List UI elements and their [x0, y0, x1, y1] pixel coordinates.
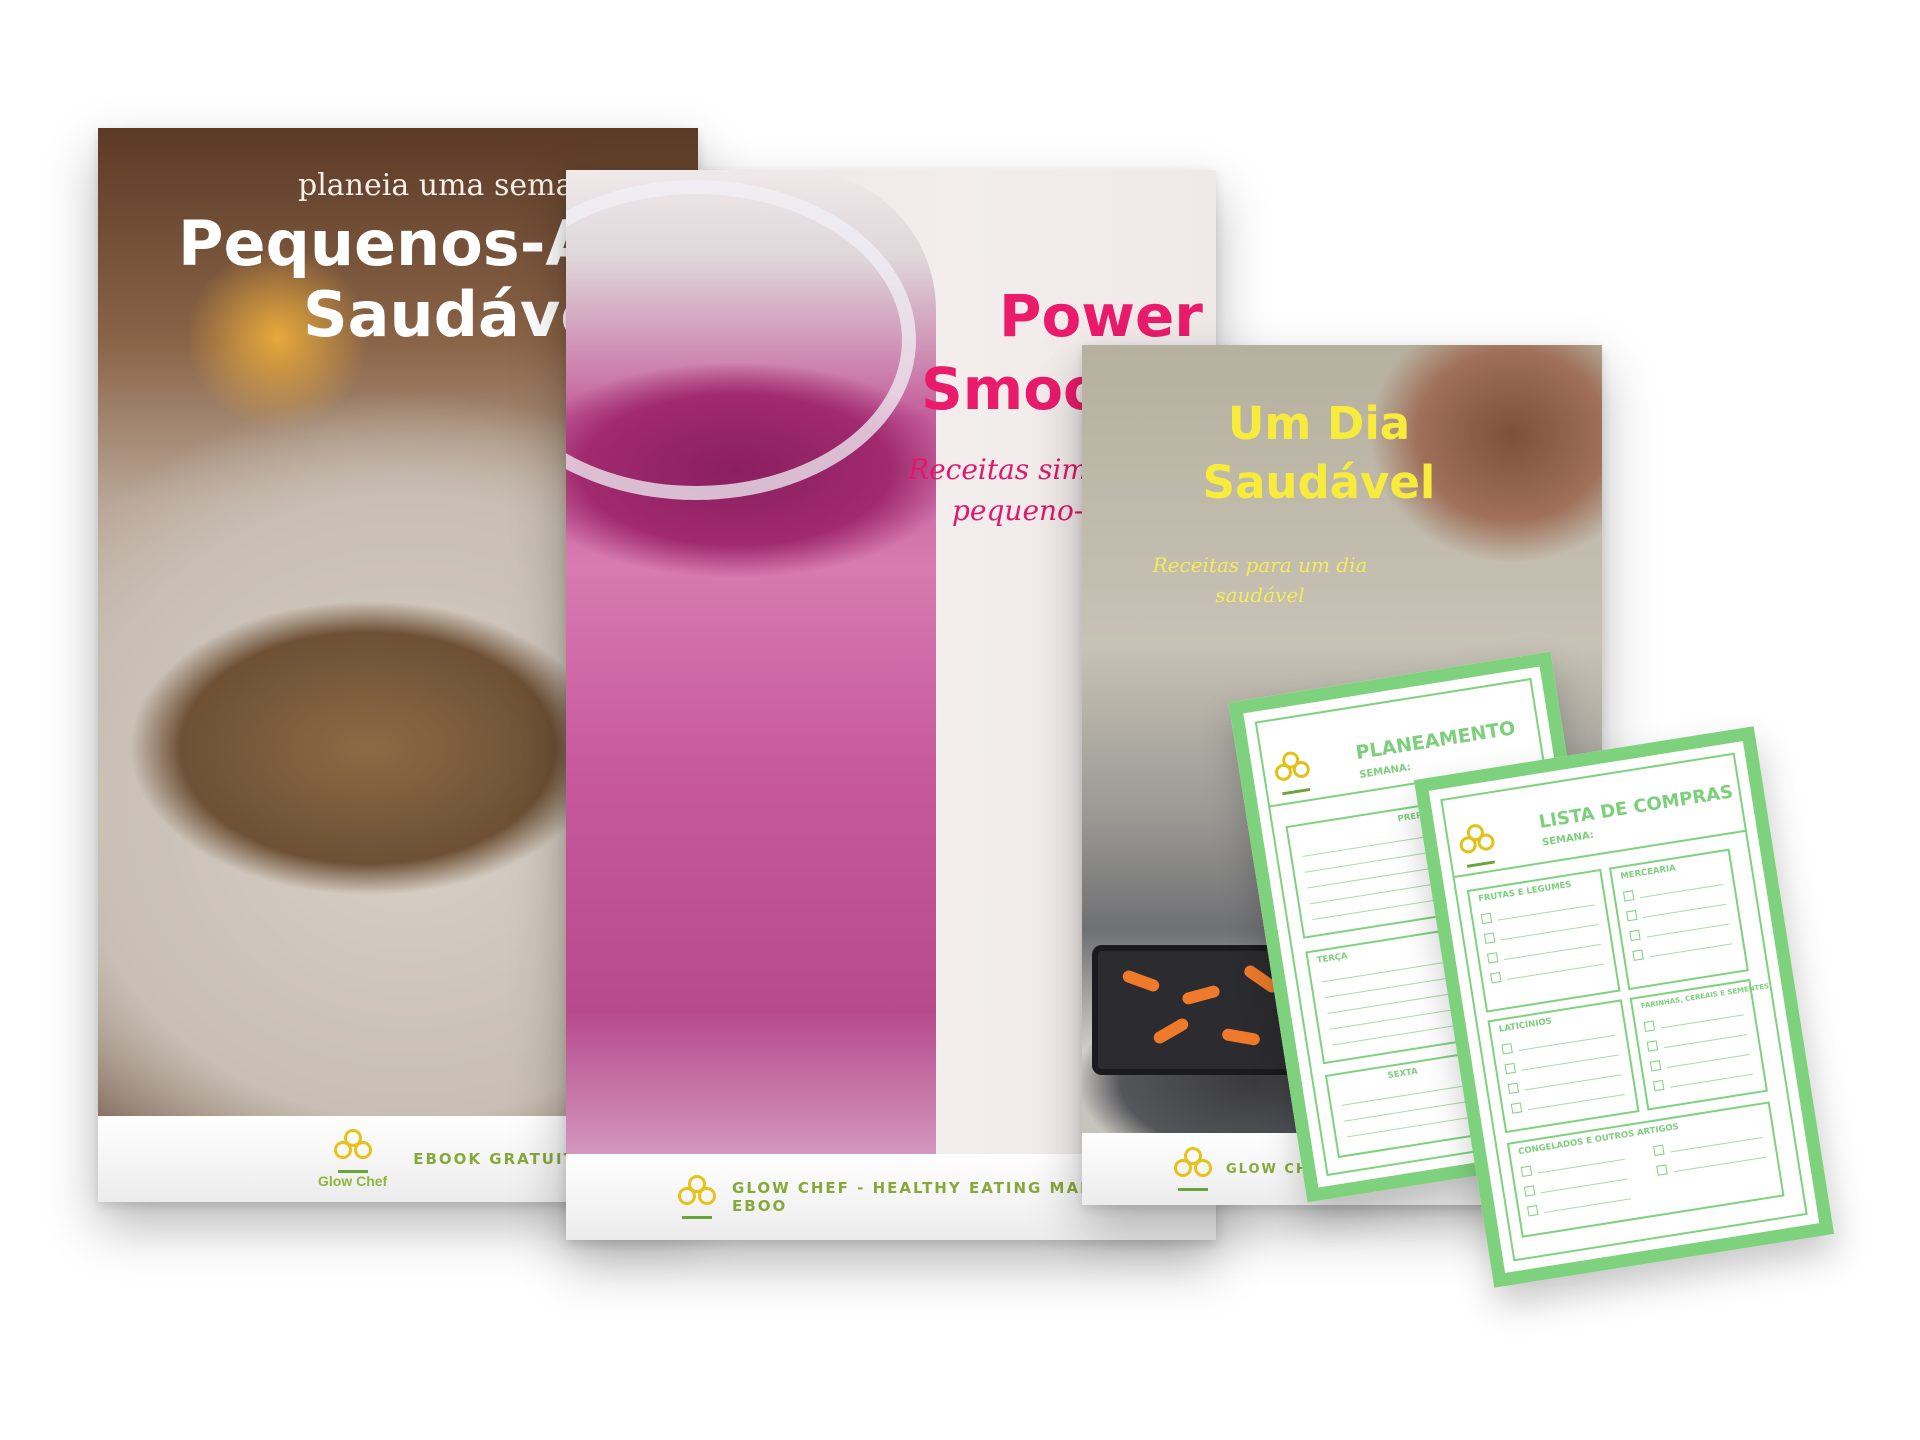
ebook-subtitle: Receitas para um dia saudável: [1130, 550, 1390, 610]
ebook-subtitle-line2: saudável: [1215, 583, 1305, 607]
ebook-title-line1: Um Dia: [1227, 397, 1411, 450]
section-label: MERCEARIA: [1619, 863, 1677, 882]
logo-tree-icon: [333, 1129, 372, 1173]
logo-tree-icon: [678, 1175, 716, 1219]
day-label: SEXTA: [1387, 1066, 1419, 1082]
list-section: LATICÍNIOS: [1487, 999, 1640, 1134]
section-label: LATICÍNIOS: [1498, 1016, 1553, 1035]
ebook-subtitle-line1: Receitas para um dia: [1152, 553, 1368, 577]
list-section: FRUTAS E LEGUMES: [1466, 868, 1621, 1013]
glow-chef-logo: Glow Chef: [318, 1129, 387, 1189]
list-section: MERCEARIA: [1609, 848, 1749, 991]
logo-tree-icon: [1455, 821, 1501, 871]
logo-wordmark: Glow Chef: [318, 1173, 388, 1189]
logo-tree-icon: [1270, 748, 1316, 798]
ebook-title-line1: Power: [999, 282, 1203, 350]
day-label: TERÇA: [1316, 951, 1349, 966]
list-section: FARINHAS, CEREAIS E SEMENTES: [1629, 978, 1770, 1111]
ebook-title: Um Dia Saudável: [1154, 395, 1484, 512]
logo-tree-icon: [1174, 1147, 1212, 1191]
ebook-title-line2: Saudável: [1202, 455, 1436, 509]
ebook-footer-text: EBOOK GRATUITO: [413, 1150, 591, 1168]
